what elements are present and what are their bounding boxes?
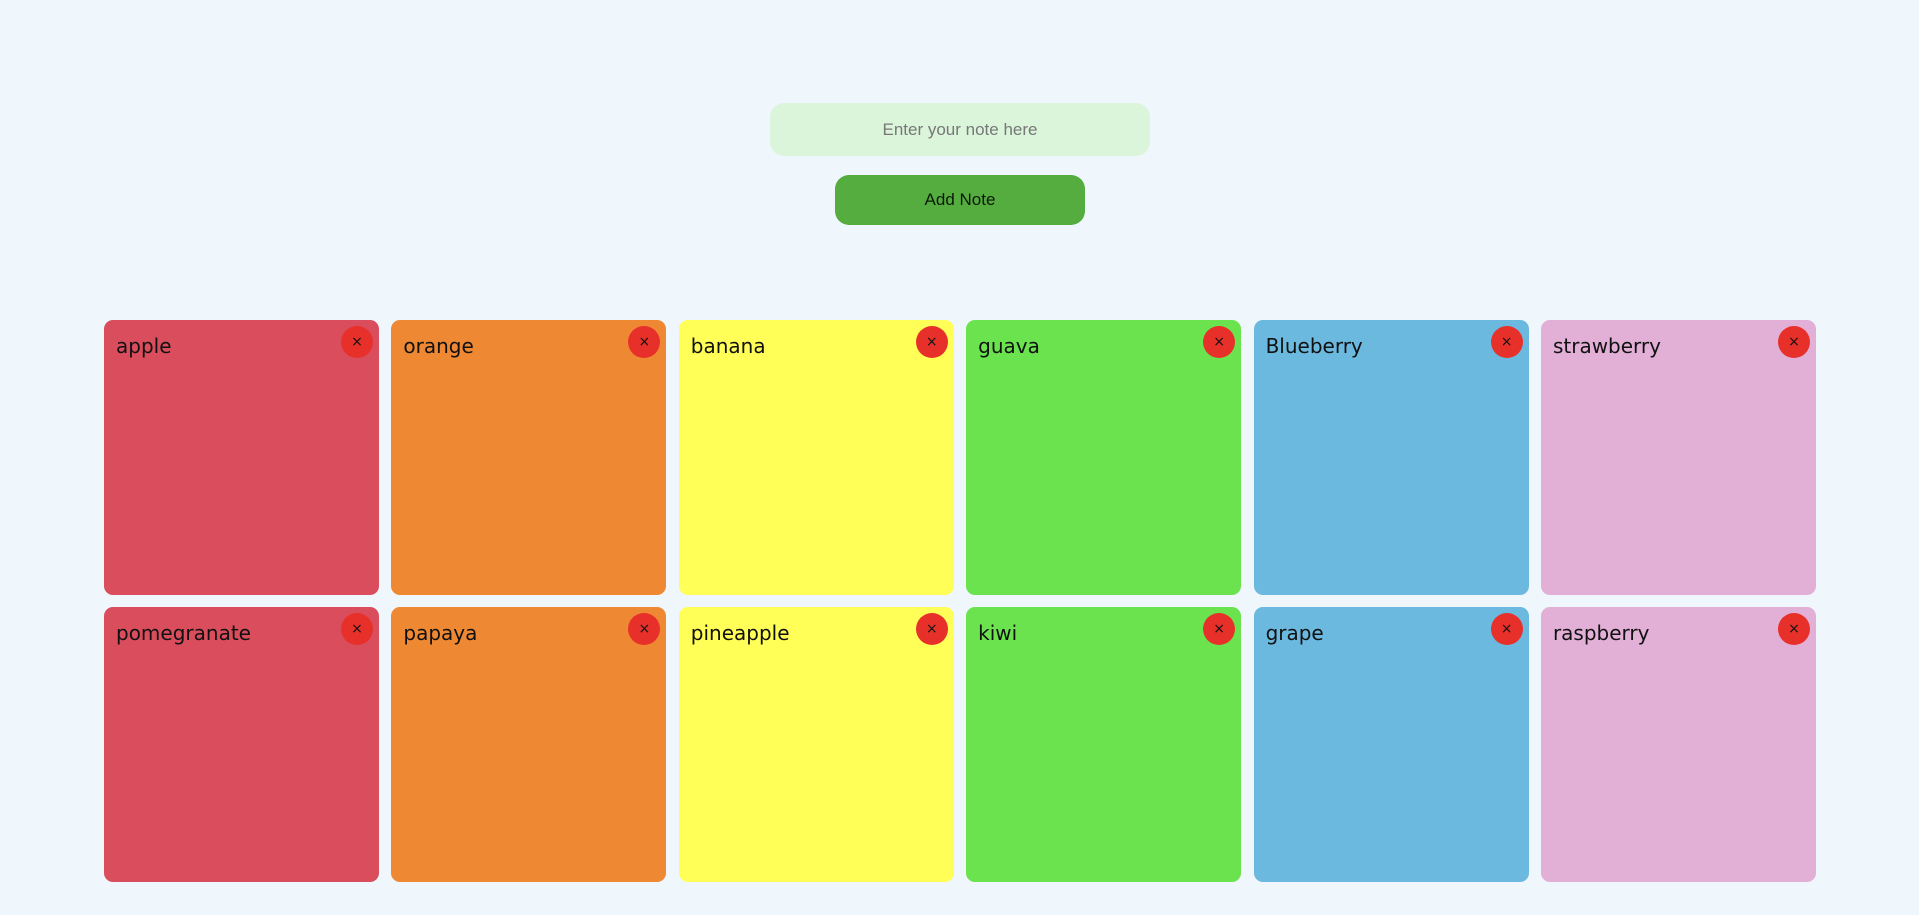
note-text: pomegranate — [116, 621, 251, 645]
note-card: pomegranate × — [104, 607, 379, 882]
note-text: grape — [1265, 621, 1324, 645]
delete-note-button[interactable]: × — [1777, 613, 1810, 645]
note-card: banana × — [678, 320, 954, 595]
delete-note-button[interactable]: × — [1490, 326, 1523, 358]
note-text: raspberry — [1552, 621, 1650, 645]
delete-note-button[interactable]: × — [915, 326, 948, 358]
note-card: kiwi × — [966, 607, 1242, 882]
delete-note-button[interactable]: × — [628, 326, 661, 358]
note-text: kiwi — [978, 621, 1018, 645]
note-card: orange × — [391, 320, 667, 595]
note-card: pineapple × — [678, 607, 954, 882]
delete-note-button[interactable]: × — [628, 613, 661, 645]
delete-note-button[interactable]: × — [1490, 613, 1523, 645]
note-text: Blueberry — [1265, 334, 1363, 358]
note-text: banana — [690, 334, 766, 358]
add-note-button[interactable]: Add Note — [835, 175, 1085, 225]
note-text: apple — [116, 334, 172, 358]
note-text: orange — [403, 334, 474, 358]
note-card: Blueberry × — [1253, 320, 1529, 595]
note-card: grape × — [1253, 607, 1529, 882]
delete-note-button[interactable]: × — [341, 613, 373, 645]
note-text: pineapple — [690, 621, 790, 645]
notes-grid: apple × orange × banana × guava × Bluebe… — [104, 320, 1816, 882]
note-card: apple × — [104, 320, 379, 595]
delete-note-button[interactable]: × — [915, 613, 948, 645]
note-input[interactable] — [770, 103, 1150, 156]
delete-note-button[interactable]: × — [1203, 613, 1236, 645]
note-card: papaya × — [391, 607, 667, 882]
note-text: strawberry — [1552, 334, 1661, 358]
note-card: guava × — [966, 320, 1242, 595]
note-card: raspberry × — [1540, 607, 1816, 882]
delete-note-button[interactable]: × — [1777, 326, 1810, 358]
delete-note-button[interactable]: × — [1203, 326, 1236, 358]
note-text: guava — [978, 334, 1040, 358]
note-text: papaya — [403, 621, 478, 645]
note-card: strawberry × — [1540, 320, 1816, 595]
delete-note-button[interactable]: × — [341, 326, 373, 358]
